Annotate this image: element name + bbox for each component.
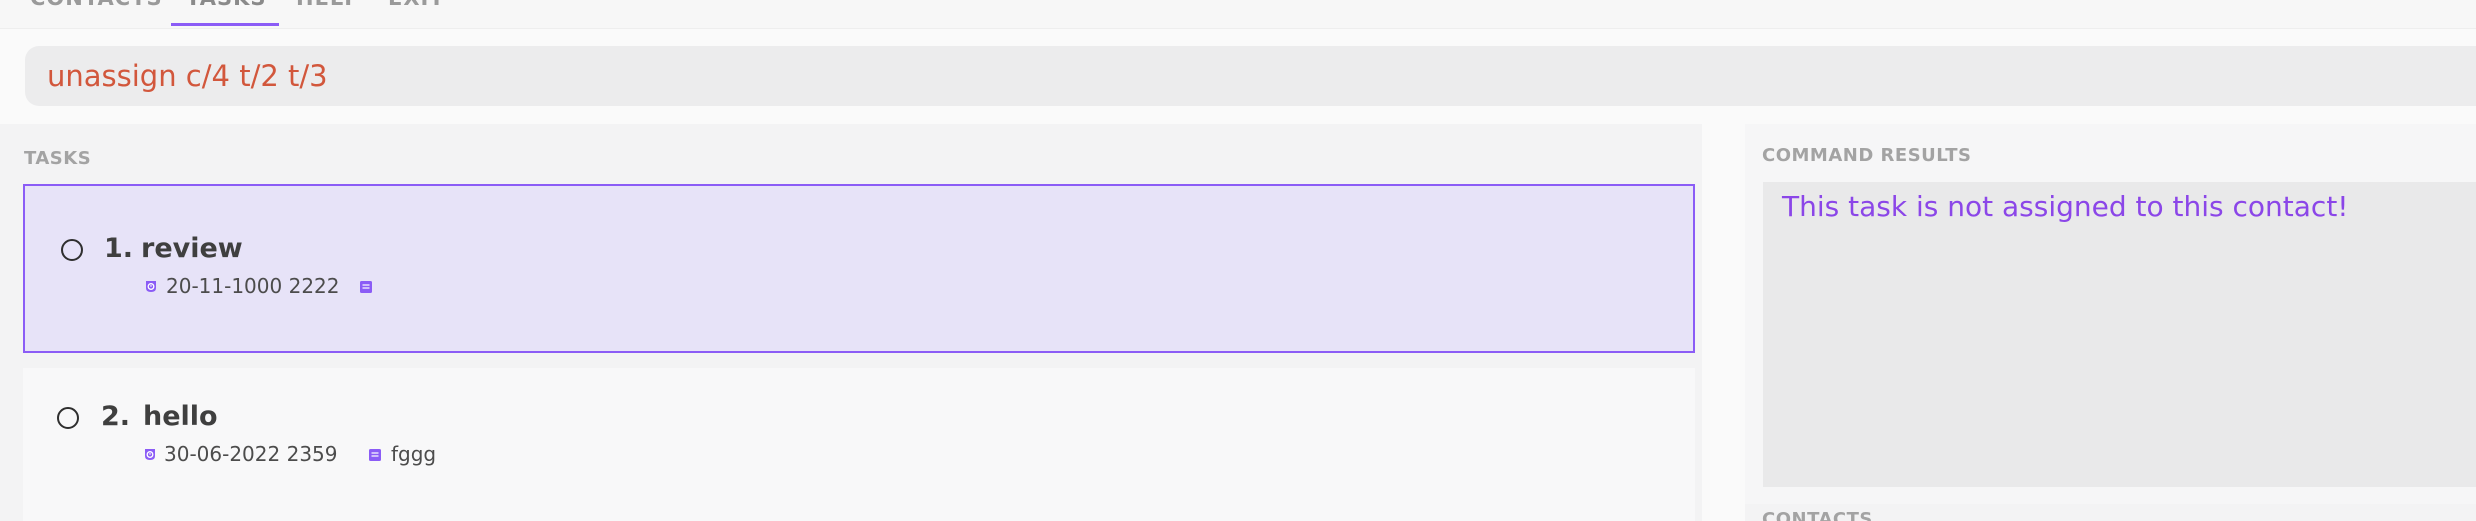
command-results-heading: COMMAND RESULTS — [1762, 145, 1972, 166]
command-input[interactable] — [47, 46, 2447, 106]
active-tab-indicator — [171, 23, 279, 26]
command-box — [25, 46, 2476, 106]
task-deadline: 20-11-1000 2222 — [166, 274, 340, 298]
task-card[interactable]: 2. hello 30-06-2022 2359 fggg — [23, 368, 1695, 521]
description-note-icon — [360, 281, 372, 293]
top-nav: CONTACTS TASKS HELP EXIT — [0, 0, 2476, 29]
command-results-panel: COMMAND RESULTS This task is not assigne… — [1745, 124, 2476, 504]
app-window: CONTACTS TASKS HELP EXIT TASKS 1. review… — [0, 0, 2476, 521]
tab-help[interactable]: HELP — [296, 0, 361, 10]
task-name: review — [141, 233, 243, 264]
task-complete-checkbox[interactable] — [57, 407, 79, 429]
task-index: 2. — [101, 401, 131, 432]
deadline-badge-icon — [146, 281, 156, 292]
description-note-icon — [369, 449, 381, 461]
task-deadline: 30-06-2022 2359 — [164, 442, 338, 466]
tab-tasks[interactable]: TASKS — [186, 0, 266, 10]
tasks-panel: TASKS 1. review 20-11-1000 2222 2. hello… — [0, 124, 1702, 521]
task-index: 1. — [104, 233, 134, 264]
tab-contacts[interactable]: CONTACTS — [30, 0, 163, 10]
contacts-heading: CONTACTS — [1762, 509, 1873, 521]
contacts-panel: CONTACTS — [1745, 504, 2476, 521]
task-name: hello — [143, 401, 218, 432]
tasks-heading: TASKS — [24, 148, 92, 169]
task-card[interactable]: 1. review 20-11-1000 2222 — [23, 184, 1695, 353]
tab-exit[interactable]: EXIT — [388, 0, 445, 10]
command-result-message: This task is not assigned to this contac… — [1782, 190, 2349, 223]
task-description: fggg — [391, 442, 437, 466]
task-complete-checkbox[interactable] — [61, 239, 83, 261]
command-results-box: This task is not assigned to this contac… — [1763, 182, 2476, 487]
deadline-badge-icon — [145, 449, 155, 460]
